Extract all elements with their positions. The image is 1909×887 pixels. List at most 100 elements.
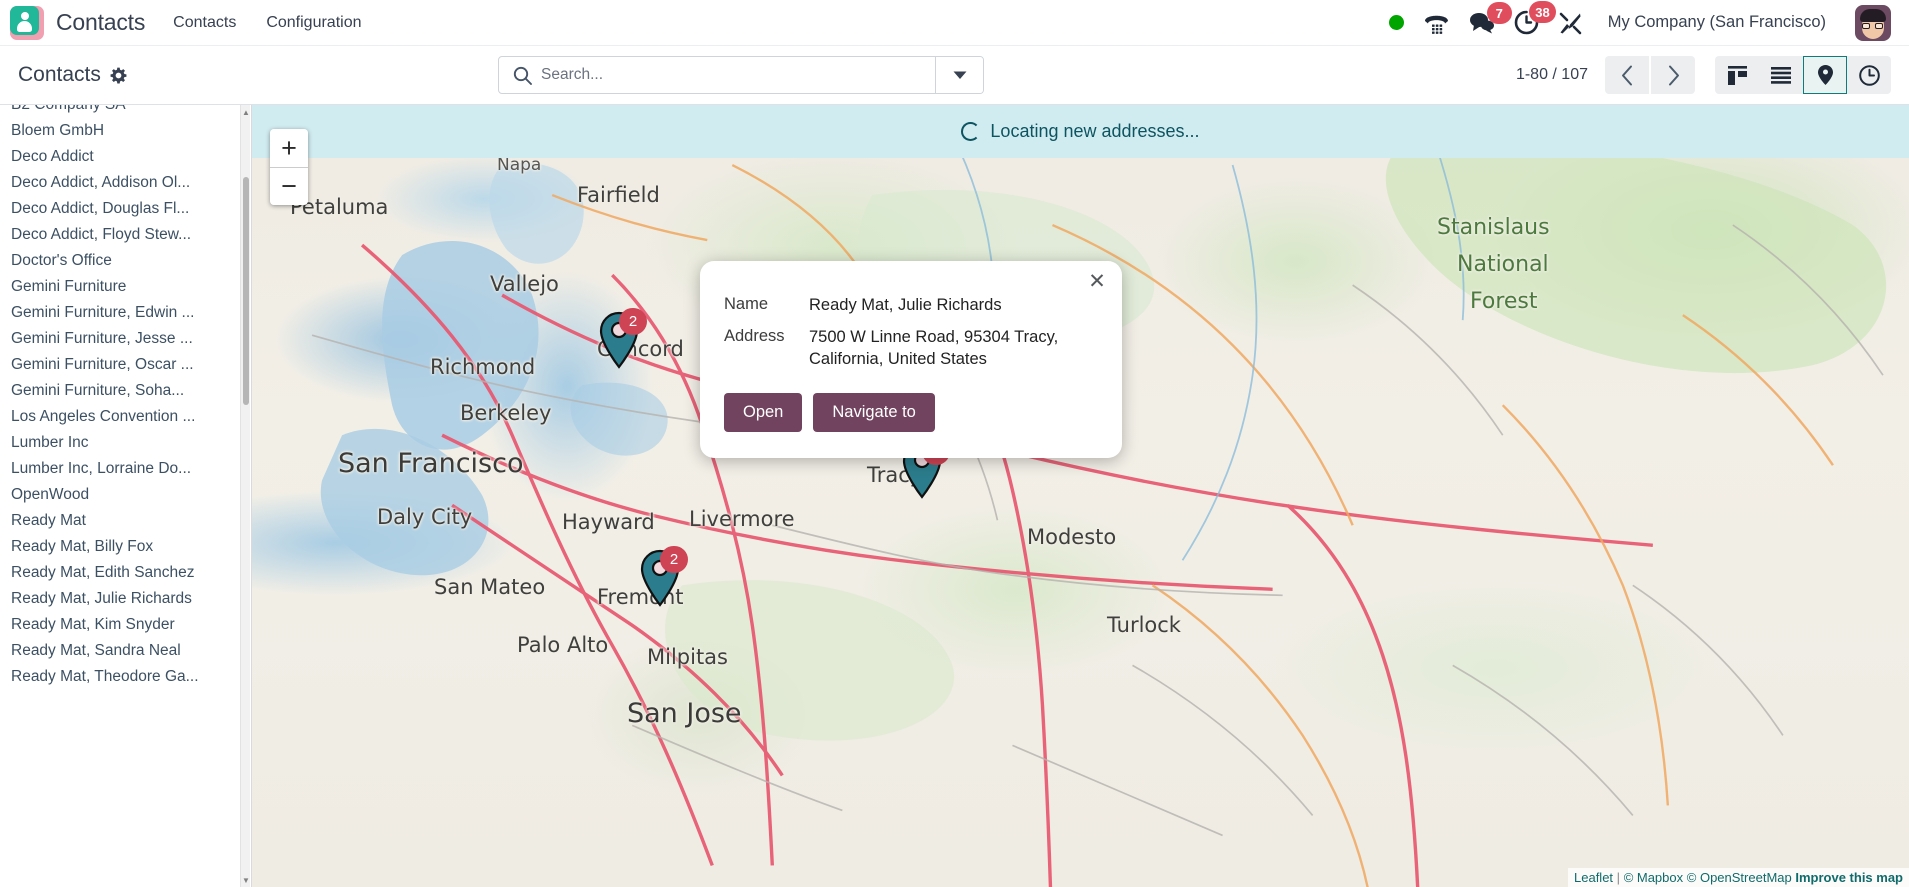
list-item[interactable]: Ready Mat, Kim Snyder xyxy=(0,611,251,637)
contacts-app-icon[interactable] xyxy=(10,6,44,40)
online-status-dot xyxy=(1389,15,1404,30)
spinner-icon xyxy=(961,122,980,141)
gear-icon[interactable] xyxy=(110,67,127,84)
mapbox-link[interactable]: © Mapbox xyxy=(1624,870,1683,885)
avatar-hair xyxy=(1860,9,1886,22)
pager-buttons xyxy=(1605,56,1695,94)
view-activity[interactable] xyxy=(1847,56,1891,94)
marker-count-badge: 2 xyxy=(619,308,647,335)
control-panel: Contacts 1-80 / 107 xyxy=(0,46,1909,105)
list-item[interactable]: Deco Addict, Douglas Fl... xyxy=(0,195,251,221)
app-title: Contacts xyxy=(56,9,145,36)
voip-phone-icon[interactable] xyxy=(1423,11,1450,35)
pin-wrapper: 2 xyxy=(597,310,641,370)
close-icon[interactable]: ✕ xyxy=(1086,270,1108,292)
popup-row-address: Address 7500 W Linne Road, 95304 Tracy, … xyxy=(724,327,1098,371)
marker-fremont[interactable]: 2 xyxy=(638,548,682,608)
list-item[interactable]: Gemini Furniture, Soha... xyxy=(0,377,251,403)
main-content: B2 Company SA Bloem GmbH Deco Addict Dec… xyxy=(0,105,1909,887)
list-item[interactable]: Ready Mat, Theodore Ga... xyxy=(0,663,251,689)
improve-map-link[interactable]: Improve this map xyxy=(1795,870,1903,885)
list-item[interactable]: OpenWood xyxy=(0,481,251,507)
pager-previous-button[interactable] xyxy=(1605,56,1649,94)
scroll-up-icon[interactable]: ▲ xyxy=(241,106,251,118)
messages-icon[interactable]: 7 xyxy=(1469,11,1495,34)
top-navbar: Contacts Contacts Configuration xyxy=(0,0,1909,46)
list-item[interactable]: B2 Company SA xyxy=(0,105,251,117)
pin-wrapper: 2 xyxy=(638,548,682,608)
popup-label-name: Name xyxy=(724,295,809,317)
avatar-glasses-left xyxy=(1862,23,1870,29)
control-panel-right: 1-80 / 107 xyxy=(1516,56,1891,94)
list-item[interactable]: Los Angeles Convention ... xyxy=(0,403,251,429)
menu-contacts[interactable]: Contacts xyxy=(171,10,238,36)
marker-count-badge: 2 xyxy=(660,546,688,573)
list-item[interactable]: Lumber Inc xyxy=(0,429,251,455)
developer-tools-icon[interactable] xyxy=(1558,11,1583,35)
user-avatar[interactable] xyxy=(1855,5,1891,41)
view-switcher xyxy=(1715,56,1891,94)
list-item[interactable]: Deco Addict, Addison Ol... xyxy=(0,169,251,195)
list-item[interactable]: Gemini Furniture, Oscar ... xyxy=(0,351,251,377)
open-button[interactable]: Open xyxy=(724,393,802,432)
list-item[interactable]: Lumber Inc, Lorraine Do... xyxy=(0,455,251,481)
list-item[interactable]: Deco Addict, Floyd Stew... xyxy=(0,221,251,247)
list-item[interactable]: Ready Mat, Billy Fox xyxy=(0,533,251,559)
openstreetmap-link[interactable]: © OpenStreetMap xyxy=(1687,870,1792,885)
zoom-in-button[interactable]: + xyxy=(270,129,308,167)
search-input[interactable] xyxy=(541,57,935,93)
list-item[interactable]: Bloem GmbH xyxy=(0,117,251,143)
search-icon xyxy=(499,66,541,85)
marker-concord[interactable]: 2 xyxy=(597,310,641,370)
chevron-down-icon[interactable] xyxy=(935,57,983,93)
breadcrumb: Contacts xyxy=(18,63,498,87)
zoom-out-button[interactable]: − xyxy=(270,167,308,205)
person-head-shape xyxy=(21,12,29,20)
locating-banner: Locating new addresses... xyxy=(252,105,1909,158)
list-item[interactable]: Ready Mat, Julie Richards xyxy=(0,585,251,611)
navigate-to-button[interactable]: Navigate to xyxy=(813,393,934,432)
person-body-shape xyxy=(17,21,32,32)
activities-icon[interactable]: 38 xyxy=(1514,10,1539,35)
menu-configuration[interactable]: Configuration xyxy=(264,10,363,36)
messages-badge: 7 xyxy=(1487,2,1512,24)
popup-value-address: 7500 W Linne Road, 95304 Tracy, Californ… xyxy=(809,327,1098,371)
list-item[interactable]: Ready Mat, Edith Sanchez xyxy=(0,559,251,585)
popup-value-name: Ready Mat, Julie Richards xyxy=(809,295,1098,317)
avatar-glasses-right xyxy=(1875,23,1883,29)
view-kanban[interactable] xyxy=(1715,56,1759,94)
navbar-right-section: 7 38 My Company (San Francisco) xyxy=(1389,5,1891,41)
view-list[interactable] xyxy=(1759,56,1803,94)
popup-actions: Open Navigate to xyxy=(724,393,1098,432)
attribution-separator: | xyxy=(1617,870,1620,885)
sidebar-scrollbar-thumb[interactable] xyxy=(243,177,249,405)
list-item[interactable]: Ready Mat xyxy=(0,507,251,533)
pager-count: 1-80 / 107 xyxy=(1516,66,1588,84)
activities-badge: 38 xyxy=(1529,1,1555,23)
popup-label-address: Address xyxy=(724,327,809,371)
page-title: Contacts xyxy=(18,63,101,87)
marker-popup: ✕ Name Ready Mat, Julie Richards Address… xyxy=(700,261,1122,458)
contacts-list[interactable]: B2 Company SA Bloem GmbH Deco Addict Dec… xyxy=(0,105,251,887)
search-view[interactable] xyxy=(498,56,984,94)
popup-row-name: Name Ready Mat, Julie Richards xyxy=(724,295,1098,317)
app-icon-inner xyxy=(10,6,39,35)
contacts-sidebar: B2 Company SA Bloem GmbH Deco Addict Dec… xyxy=(0,105,252,887)
leaflet-link[interactable]: Leaflet xyxy=(1574,870,1613,885)
list-item[interactable]: Gemini Furniture xyxy=(0,273,251,299)
map-attribution: Leaflet | © Mapbox © OpenStreetMap Impro… xyxy=(1568,868,1909,887)
pager-next-button[interactable] xyxy=(1651,56,1695,94)
list-item[interactable]: Gemini Furniture, Jesse ... xyxy=(0,325,251,351)
list-item[interactable]: Gemini Furniture, Edwin ... xyxy=(0,299,251,325)
map-roads xyxy=(252,105,1909,887)
locating-banner-text: Locating new addresses... xyxy=(990,121,1199,142)
list-item[interactable]: Deco Addict xyxy=(0,143,251,169)
list-item[interactable]: Ready Mat, Sandra Neal xyxy=(0,637,251,663)
scroll-down-icon[interactable]: ▼ xyxy=(241,874,251,886)
map-view[interactable]: Petaluma Fairfield Napa Vallejo Concord … xyxy=(252,105,1909,887)
view-map[interactable] xyxy=(1803,56,1847,94)
sidebar-scrollbar[interactable]: ▲ ▼ xyxy=(240,105,250,887)
main-menu: Contacts Configuration xyxy=(171,10,363,36)
list-item[interactable]: Doctor's Office xyxy=(0,247,251,273)
company-switcher[interactable]: My Company (San Francisco) xyxy=(1608,13,1826,32)
